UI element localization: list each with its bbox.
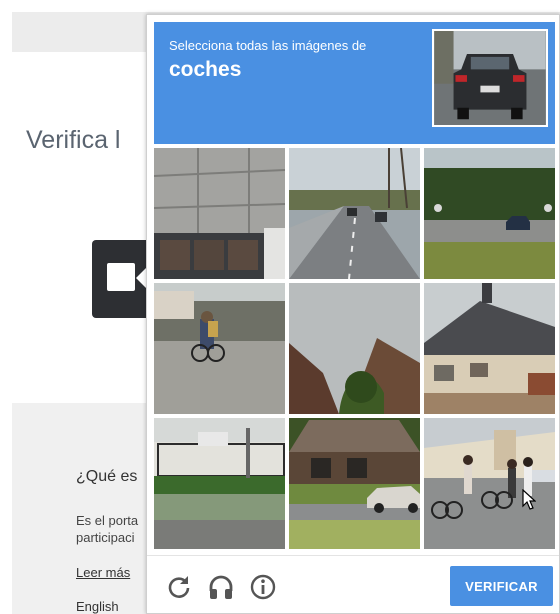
recaptcha-checkbox[interactable] [107,263,135,291]
page-heading: Verifica l [26,126,121,154]
reload-icon[interactable] [165,573,193,601]
captcha-target-word: coches [169,58,242,81]
verify-button[interactable]: VERIFICAR [450,566,553,606]
captcha-instruction: Selecciona todas las imágenes de [169,38,367,53]
sample-car-image [432,29,548,127]
captcha-tile-9[interactable] [424,418,555,549]
mouse-cursor-icon [522,488,537,511]
captcha-tile-5[interactable] [289,283,420,414]
captcha-tile-7[interactable] [154,418,285,549]
language-link[interactable]: English [76,599,119,614]
captcha-image-grid [154,148,555,549]
info-text-line-1: Es el porta [76,513,139,528]
captcha-tile-8[interactable] [289,418,420,549]
read-more-link[interactable]: Leer más [76,565,130,580]
captcha-footer: VERIFICAR [147,555,559,613]
info-title: ¿Qué es [76,468,138,485]
captcha-tile-2[interactable] [289,148,420,279]
captcha-tile-1[interactable] [154,148,285,279]
captcha-tile-3[interactable] [424,148,555,279]
info-text-line-2: participaci [76,530,135,545]
headphones-icon[interactable] [207,573,235,601]
info-text: Es el porta participaci [76,512,146,546]
captcha-challenge-dialog: Selecciona todas las imágenes de coches [146,14,560,614]
captcha-tile-6[interactable] [424,283,555,414]
captcha-tile-4[interactable] [154,283,285,414]
info-icon[interactable] [249,573,277,601]
captcha-header: Selecciona todas las imágenes de coches [154,22,555,144]
popup-pointer-arrow [136,268,146,288]
page: Verifica l ¿Qué es Es el porta participa… [0,0,560,614]
